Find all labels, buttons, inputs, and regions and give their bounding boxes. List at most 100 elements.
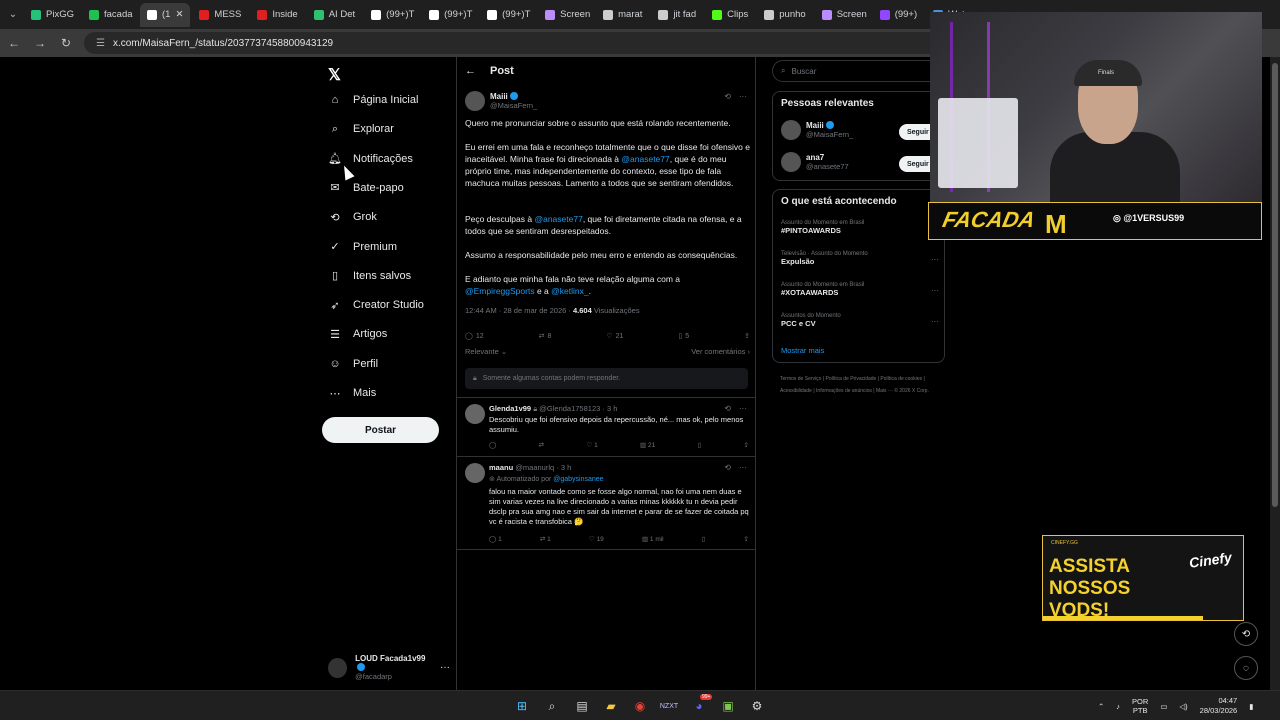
bookmark-button[interactable]: ▯ [698,441,702,449]
site-info-icon[interactable]: ☰ [96,38,105,49]
like-button[interactable]: ♡ 1 [586,441,597,449]
reply-item[interactable]: Glenda1v99 🔒︎ @Glenda1758123 · 3 h Desco… [465,404,750,454]
reply-item[interactable]: maanu @maanurlq · 3 h ⊚ Automatizado por… [465,463,750,549]
browser-tab[interactable]: Screen [538,3,594,27]
browser-tab[interactable]: Screen [815,3,871,27]
grok-icon[interactable]: ⟲ [724,92,731,101]
views-button[interactable]: ▥ 1 mil [642,535,664,543]
x-logo-icon[interactable]: 𝕏 [328,65,341,85]
more-dots-icon[interactable]: ··· [739,92,747,101]
like-button[interactable]: ♡ 21 [606,332,623,341]
views-button[interactable]: ▥ 21 [640,441,655,449]
browser-tab[interactable]: jit fad [651,3,703,27]
clock[interactable]: 04:47 28/03/2026 [1200,696,1238,716]
close-tab-icon[interactable]: ✕ [175,9,183,20]
browser-tab[interactable]: facada [82,3,138,27]
forward-icon[interactable]: → [32,35,48,51]
share-button[interactable]: ⇪ [744,535,749,543]
show-more-link[interactable]: Mostrar mais [781,346,824,355]
more-dots-icon[interactable]: ··· [739,463,747,472]
trend-item[interactable]: Assuntos do Momento PCC e CV ··· [781,313,939,328]
more-dots-icon[interactable]: ··· [931,317,939,326]
footer-links[interactable]: Termos de Serviço | Política de Privacid… [780,373,950,397]
reply-author-name[interactable]: Glenda1v99 [489,404,531,413]
reply-button[interactable]: ◯ [489,441,496,449]
page-scrollbar[interactable] [1270,57,1280,690]
search-icon[interactable]: ⌕ [542,696,562,716]
trend-item[interactable]: Televisão · Assunto do Momento Expulsão ··… [781,251,939,266]
notification-icon[interactable]: ▮ [1249,702,1253,711]
browser-tab[interactable]: (99+)T [422,3,478,27]
browser-tab[interactable]: (99+)T [480,3,536,27]
automated-by-link[interactable]: @gabysinsanee [553,476,603,483]
share-button[interactable]: ⇪ [743,441,748,449]
bookmark-button[interactable]: ▯ [702,535,706,543]
author-name[interactable]: Maiii [490,92,537,101]
avatar[interactable] [781,120,801,140]
browser-tab[interactable]: MESS [192,3,248,27]
person-item[interactable]: Maiii @MaisaFern_ [781,120,853,140]
browser-tab[interactable]: PixGG [24,3,80,27]
mention-link[interactable]: @anasete77 [534,214,582,224]
grok-icon[interactable]: ⟲ [724,404,731,413]
app-icon[interactable]: NZXT [659,696,679,716]
trend-item[interactable]: Assunto do Momento em Brasil #XOTAAWARDS ·… [781,282,939,297]
browser-tab[interactable]: AI Det [307,3,362,27]
sidebar-item-mail[interactable]: ✉ Bate-papo [328,181,403,195]
chrome-icon[interactable]: ◉ [630,696,650,716]
sidebar-item-grok[interactable]: ⟲ Grok [328,210,376,224]
avatar[interactable] [781,152,801,172]
grok-float-icon[interactable]: ⟲ [1234,622,1258,646]
volume-icon[interactable]: ◁) [1179,702,1187,711]
chevron-up-icon[interactable]: ⌃ [1098,702,1104,711]
sidebar-item-profile[interactable]: ☺ Perfil [328,357,378,371]
sidebar-item-more[interactable]: ⋯ Mais [328,386,377,400]
sidebar-item-verified[interactable]: ✓ Premium [328,240,397,254]
browser-tab[interactable]: marat [596,3,649,27]
author-handle[interactable]: @MaisaFern_ [490,101,537,110]
reply-button[interactable]: ◯ 1 [489,535,502,543]
avatar[interactable] [465,404,485,424]
more-dots-icon[interactable]: ··· [931,255,939,264]
scrollbar-thumb[interactable] [1272,63,1278,507]
reload-icon[interactable]: ↻ [58,35,74,51]
language-indicator[interactable]: POR PTB [1132,697,1148,715]
more-dots-icon[interactable]: ··· [739,404,747,413]
tab-search-icon[interactable]: ⌄ [4,6,22,24]
reply-button[interactable]: ◯ 12 [465,332,484,341]
url-input[interactable]: ☰ x.com/MaisaFern_/status/20377374588009… [84,32,944,54]
post-author[interactable]: Maiii @MaisaFern_ [465,91,537,111]
mention-link[interactable]: @ketlinx_ [551,286,588,296]
browser-tab[interactable]: punho [757,3,812,27]
browser-tab[interactable]: (99+)T [364,3,420,27]
search-input[interactable]: ⌕ Buscar [772,60,947,82]
more-dots-icon[interactable]: ··· [931,286,939,295]
back-arrow-icon[interactable]: ← [465,65,476,77]
bookmark-button[interactable]: ▯ 5 [678,332,689,341]
sidebar-item-bookmark[interactable]: ▯ Itens salvos [328,269,411,283]
mention-link[interactable]: @anasete77 [621,154,669,164]
mention-link[interactable]: @EmpireggSports [465,286,535,296]
like-button[interactable]: ♡ 19 [589,535,604,543]
browser-tab[interactable]: (1 ✕ [140,2,191,27]
network-icon[interactable]: ▭ [1160,702,1167,711]
sidebar-item-bell[interactable]: 🔔︎ Notificações [328,152,413,166]
file-explorer-icon[interactable]: ▰ [601,696,621,716]
browser-tab[interactable]: (99+) [873,3,924,27]
repost-button[interactable]: ⇄ [539,441,544,449]
messages-float-icon[interactable]: ◌ [1234,656,1258,680]
reply-author-name[interactable]: maanu [489,463,513,472]
repost-button[interactable]: ⇄ 1 [540,535,551,543]
sidebar-item-search[interactable]: ⌕ Explorar [328,122,394,136]
trend-item[interactable]: Assunto do Momento em Brasil #PINTOAWARDS… [781,220,939,235]
task-view-icon[interactable]: ▤ [572,696,592,716]
minecraft-icon[interactable]: ▣ [718,696,738,716]
sidebar-item-home[interactable]: ⌂ Página Inicial [328,93,419,107]
person-item[interactable]: ana7 @anasete77 [781,152,849,172]
post-button[interactable]: Postar [322,417,439,443]
sort-dropdown[interactable]: Relevante ⌄ [465,347,507,356]
grok-icon[interactable]: ⟲ [724,463,731,472]
browser-tab[interactable]: Clips [705,3,755,27]
browser-tab[interactable]: Inside [250,3,304,27]
avatar[interactable] [465,463,485,483]
